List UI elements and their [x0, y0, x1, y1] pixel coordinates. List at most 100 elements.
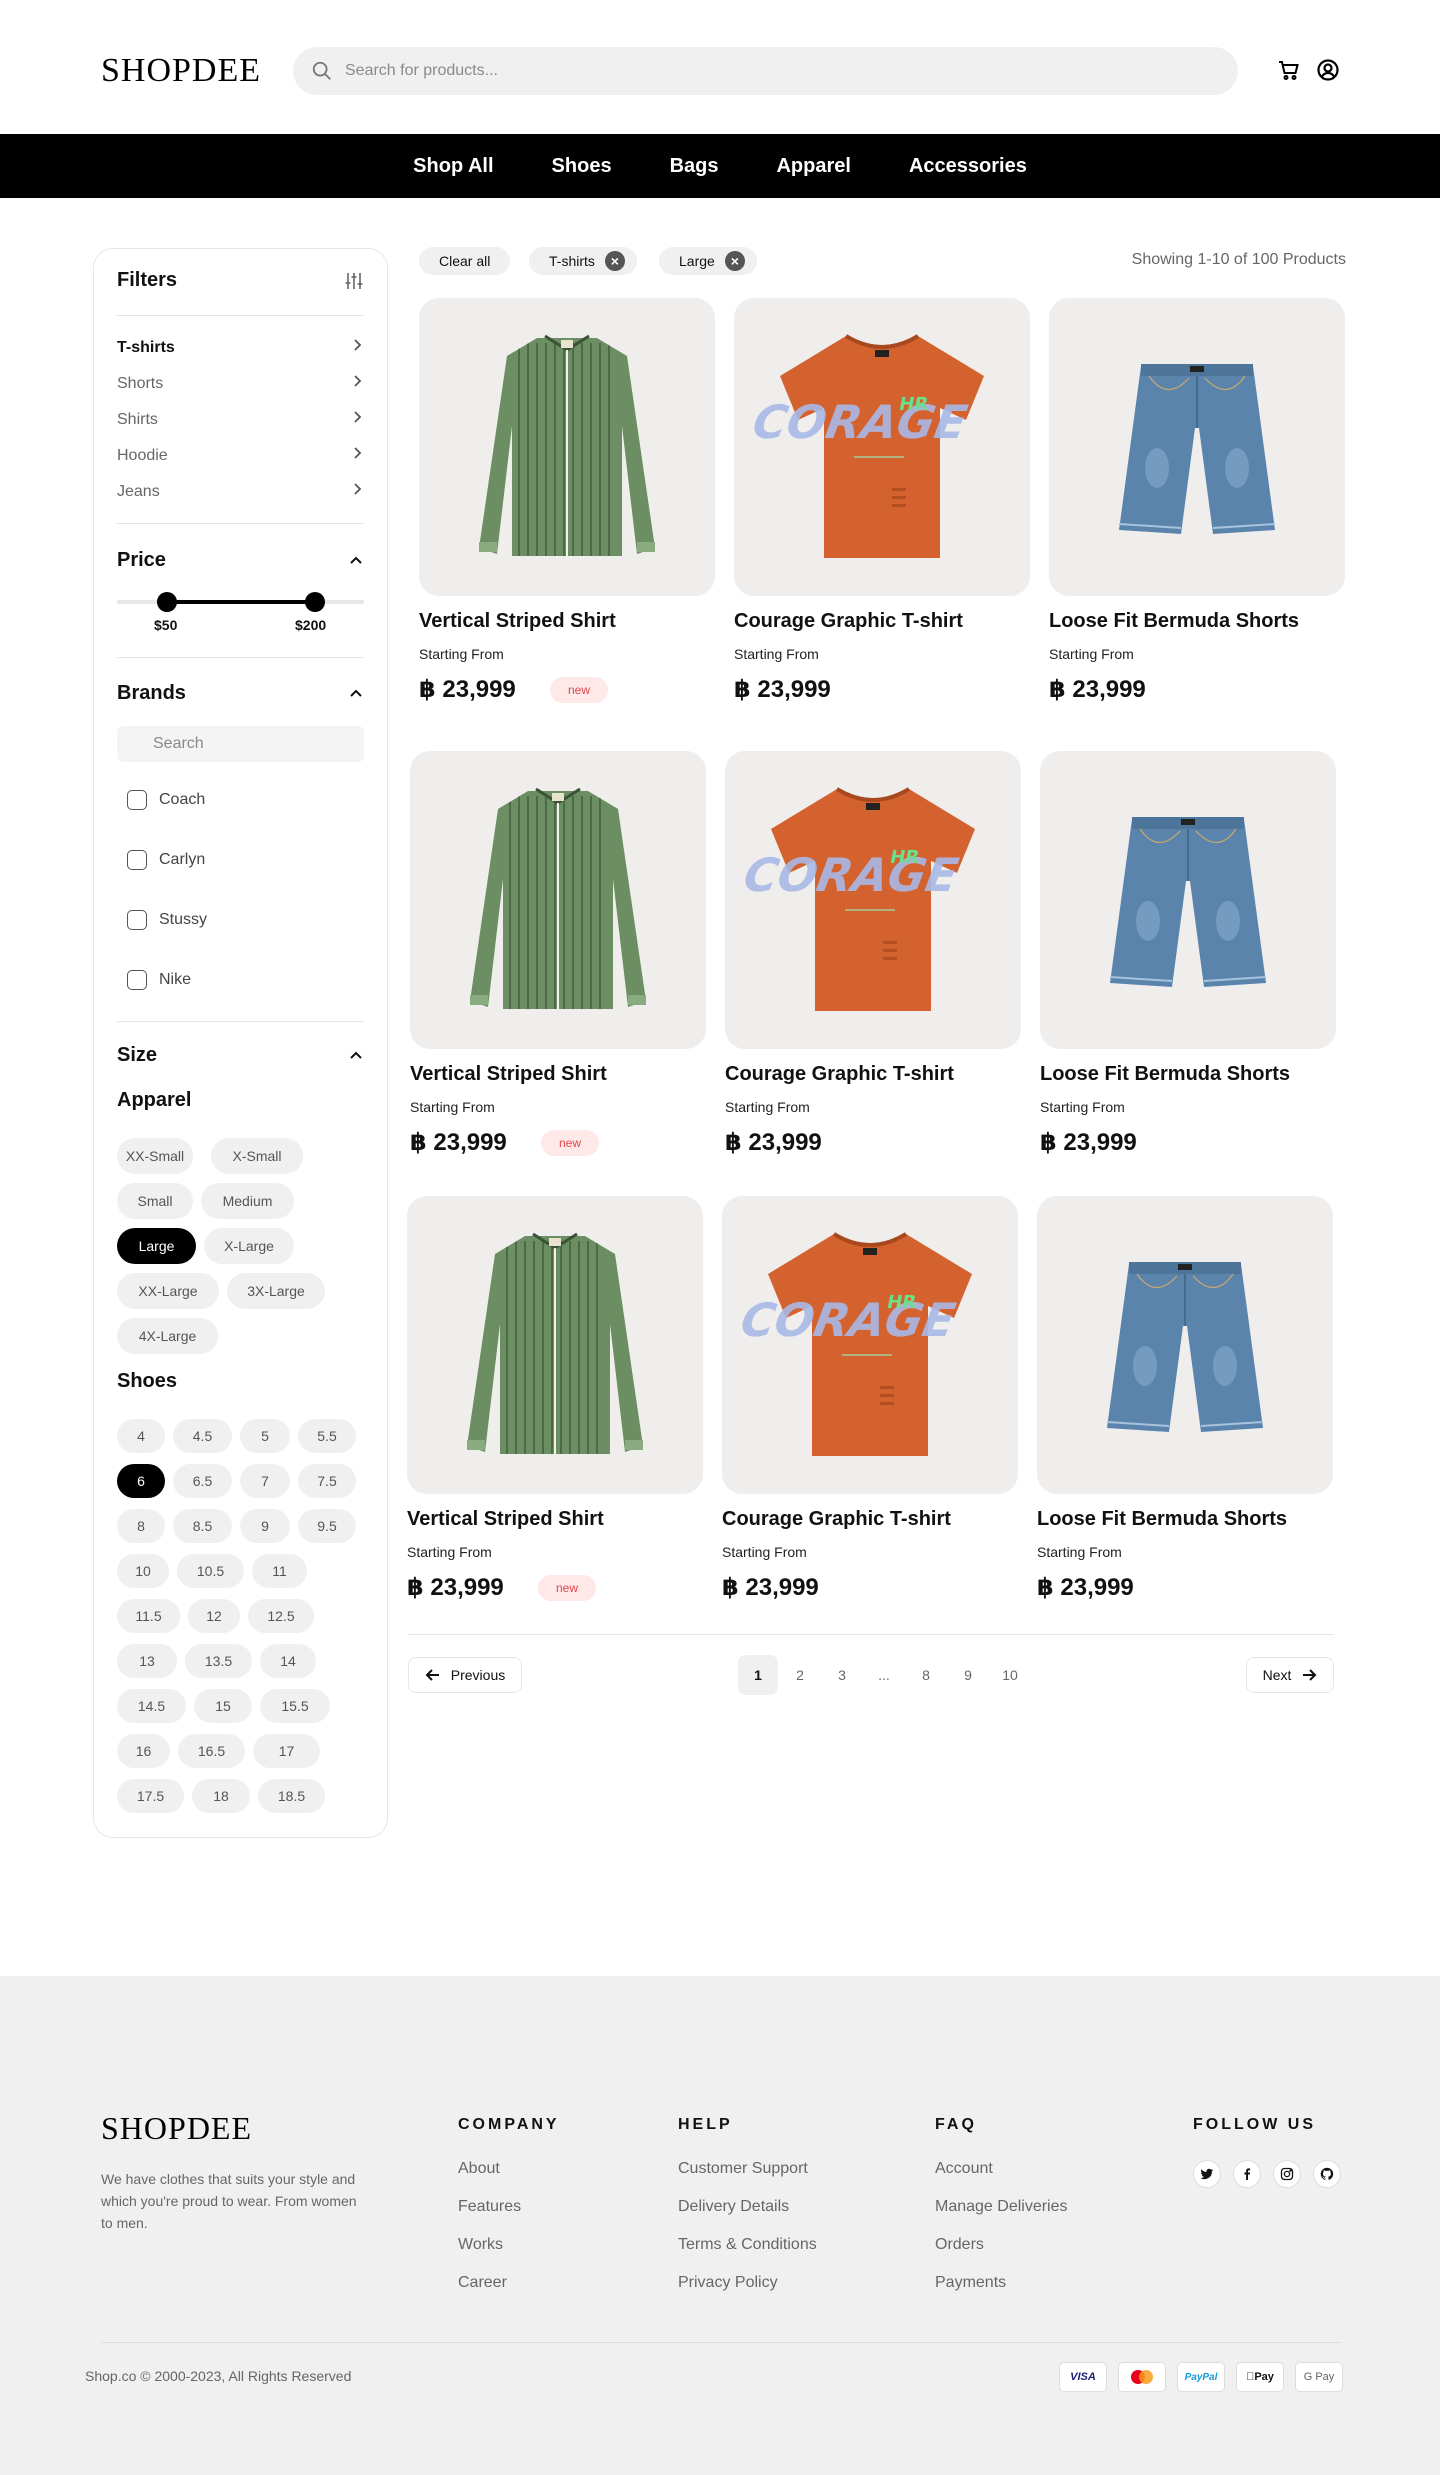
shoe-size-option[interactable]: 9	[240, 1509, 290, 1543]
category-item[interactable]: Shorts	[117, 374, 364, 393]
shoe-size-option[interactable]: 13	[117, 1644, 177, 1678]
shoe-size-option[interactable]: 9.5	[298, 1509, 356, 1543]
product-card[interactable]: CORAGE HR Courage Graphic T-shirt Starting …	[725, 751, 1021, 1191]
filter-chip-large[interactable]: Large ×	[659, 247, 757, 275]
nav-apparel[interactable]: Apparel	[776, 155, 850, 178]
product-name[interactable]: Loose Fit Bermuda Shorts	[1037, 1508, 1287, 1531]
footer-link[interactable]: Manage Deliveries	[935, 2198, 1068, 2216]
footer-link[interactable]: About	[458, 2160, 500, 2178]
product-image[interactable]	[407, 1196, 703, 1494]
chevron-up-icon[interactable]	[348, 1048, 364, 1064]
logo[interactable]: SHOPDEE	[101, 52, 261, 90]
brand-checkbox[interactable]	[127, 970, 147, 990]
shoe-size-option[interactable]: 18	[192, 1779, 250, 1813]
shoe-size-option[interactable]: 8	[117, 1509, 165, 1543]
size-option[interactable]: X-Large	[204, 1228, 294, 1264]
shoe-size-option[interactable]: 12	[188, 1599, 240, 1633]
shoe-size-option[interactable]: 17	[253, 1734, 320, 1768]
shoe-size-option[interactable]: 10.5	[177, 1554, 244, 1588]
shoe-size-option[interactable]: 15	[194, 1689, 252, 1723]
product-name[interactable]: Vertical Striped Shirt	[407, 1508, 604, 1531]
product-name[interactable]: Courage Graphic T-shirt	[734, 610, 963, 633]
shoe-size-option[interactable]: 7	[240, 1464, 290, 1498]
product-card[interactable]: Vertical Striped Shirt Starting From ฿ 23,…	[410, 751, 706, 1191]
brand-search-input[interactable]: Search	[117, 726, 364, 762]
nav-shop-all[interactable]: Shop All	[413, 155, 493, 178]
twitter-icon[interactable]	[1193, 2160, 1221, 2188]
shoe-size-option[interactable]: 14	[260, 1644, 316, 1678]
size-option[interactable]: Medium	[201, 1183, 294, 1219]
cart-icon[interactable]	[1277, 58, 1301, 82]
filter-chip-tshirts[interactable]: T-shirts ×	[529, 247, 637, 275]
close-icon[interactable]: ×	[604, 251, 625, 271]
footer-link[interactable]: Works	[458, 2236, 503, 2254]
product-image[interactable]	[1049, 298, 1345, 596]
next-page-button[interactable]: Next	[1246, 1657, 1334, 1693]
brand-option[interactable]: Carlyn	[127, 850, 205, 870]
product-image[interactable]	[410, 751, 706, 1049]
product-name[interactable]: Courage Graphic T-shirt	[722, 1508, 951, 1531]
shoe-size-option[interactable]: 18.5	[258, 1779, 325, 1813]
product-image[interactable]: CORAGE HR	[722, 1196, 1018, 1494]
product-name[interactable]: Courage Graphic T-shirt	[725, 1063, 954, 1086]
nav-shoes[interactable]: Shoes	[552, 155, 612, 178]
category-item[interactable]: T-shirts	[117, 338, 364, 357]
nav-accessories[interactable]: Accessories	[909, 155, 1027, 178]
product-card[interactable]: Loose Fit Bermuda Shorts Starting From ฿ 2…	[1040, 751, 1336, 1191]
brand-checkbox[interactable]	[127, 910, 147, 930]
size-option[interactable]: XX-Large	[117, 1273, 219, 1309]
github-icon[interactable]	[1313, 2160, 1341, 2188]
shoe-size-option[interactable]: 8.5	[173, 1509, 232, 1543]
page-number[interactable]: 1	[738, 1655, 778, 1695]
shoe-size-option[interactable]: 14.5	[117, 1689, 186, 1723]
account-icon[interactable]	[1316, 58, 1340, 82]
brand-option[interactable]: Coach	[127, 790, 205, 810]
size-option[interactable]: 4X-Large	[117, 1318, 218, 1354]
footer-logo[interactable]: SHOPDEE	[101, 2110, 252, 2147]
product-name[interactable]: Loose Fit Bermuda Shorts	[1040, 1063, 1290, 1086]
close-icon[interactable]: ×	[724, 251, 745, 271]
category-item[interactable]: Hoodie	[117, 446, 364, 465]
size-option[interactable]: Small	[117, 1183, 193, 1219]
footer-link[interactable]: Privacy Policy	[678, 2274, 778, 2292]
shoe-size-option[interactable]: 4	[117, 1419, 165, 1453]
price-slider-min-handle[interactable]	[157, 592, 177, 612]
product-image[interactable]: CORAGE HR	[725, 751, 1021, 1049]
page-number[interactable]: 3	[822, 1655, 862, 1695]
product-name[interactable]: Vertical Striped Shirt	[419, 610, 616, 633]
shoe-size-option[interactable]: 16.5	[178, 1734, 245, 1768]
page-number[interactable]: 2	[780, 1655, 820, 1695]
brand-option[interactable]: Nike	[127, 970, 191, 990]
footer-link[interactable]: Payments	[935, 2274, 1006, 2292]
filter-settings-icon[interactable]	[344, 271, 364, 291]
product-card[interactable]: Loose Fit Bermuda Shorts Starting From ฿ 2…	[1049, 298, 1345, 738]
page-number[interactable]: 8	[906, 1655, 946, 1695]
shoe-size-option[interactable]: 12.5	[248, 1599, 314, 1633]
price-slider[interactable]	[117, 592, 364, 612]
product-image[interactable]	[1040, 751, 1336, 1049]
shoe-size-option[interactable]: 16	[117, 1734, 170, 1768]
size-option[interactable]: X-Small	[211, 1138, 303, 1174]
chevron-up-icon[interactable]	[348, 553, 364, 569]
product-card[interactable]: Loose Fit Bermuda Shorts Starting From ฿ 2…	[1037, 1196, 1333, 1636]
shoe-size-option[interactable]: 17.5	[117, 1779, 184, 1813]
footer-link[interactable]: Delivery Details	[678, 2198, 789, 2216]
shoe-size-option[interactable]: 11	[252, 1554, 307, 1588]
shoe-size-option[interactable]: 11.5	[117, 1599, 180, 1633]
clear-all-button[interactable]: Clear all	[419, 247, 511, 275]
product-image[interactable]	[419, 298, 715, 596]
shoe-size-option[interactable]: 6.5	[173, 1464, 232, 1498]
footer-link[interactable]: Customer Support	[678, 2160, 808, 2178]
shoe-size-option[interactable]: 10	[117, 1554, 169, 1588]
footer-link[interactable]: Career	[458, 2274, 507, 2292]
footer-link[interactable]: Features	[458, 2198, 521, 2216]
instagram-icon[interactable]	[1273, 2160, 1301, 2188]
size-option[interactable]: Large	[117, 1228, 196, 1264]
product-image[interactable]: CORAGE HR	[734, 298, 1030, 596]
brand-checkbox[interactable]	[127, 790, 147, 810]
brand-option[interactable]: Stussy	[127, 910, 207, 930]
size-option[interactable]: 3X-Large	[227, 1273, 325, 1309]
product-card[interactable]: Vertical Striped Shirt Starting From ฿ 23,…	[407, 1196, 703, 1636]
product-name[interactable]: Vertical Striped Shirt	[410, 1063, 607, 1086]
shoe-size-option[interactable]: 5.5	[298, 1419, 356, 1453]
